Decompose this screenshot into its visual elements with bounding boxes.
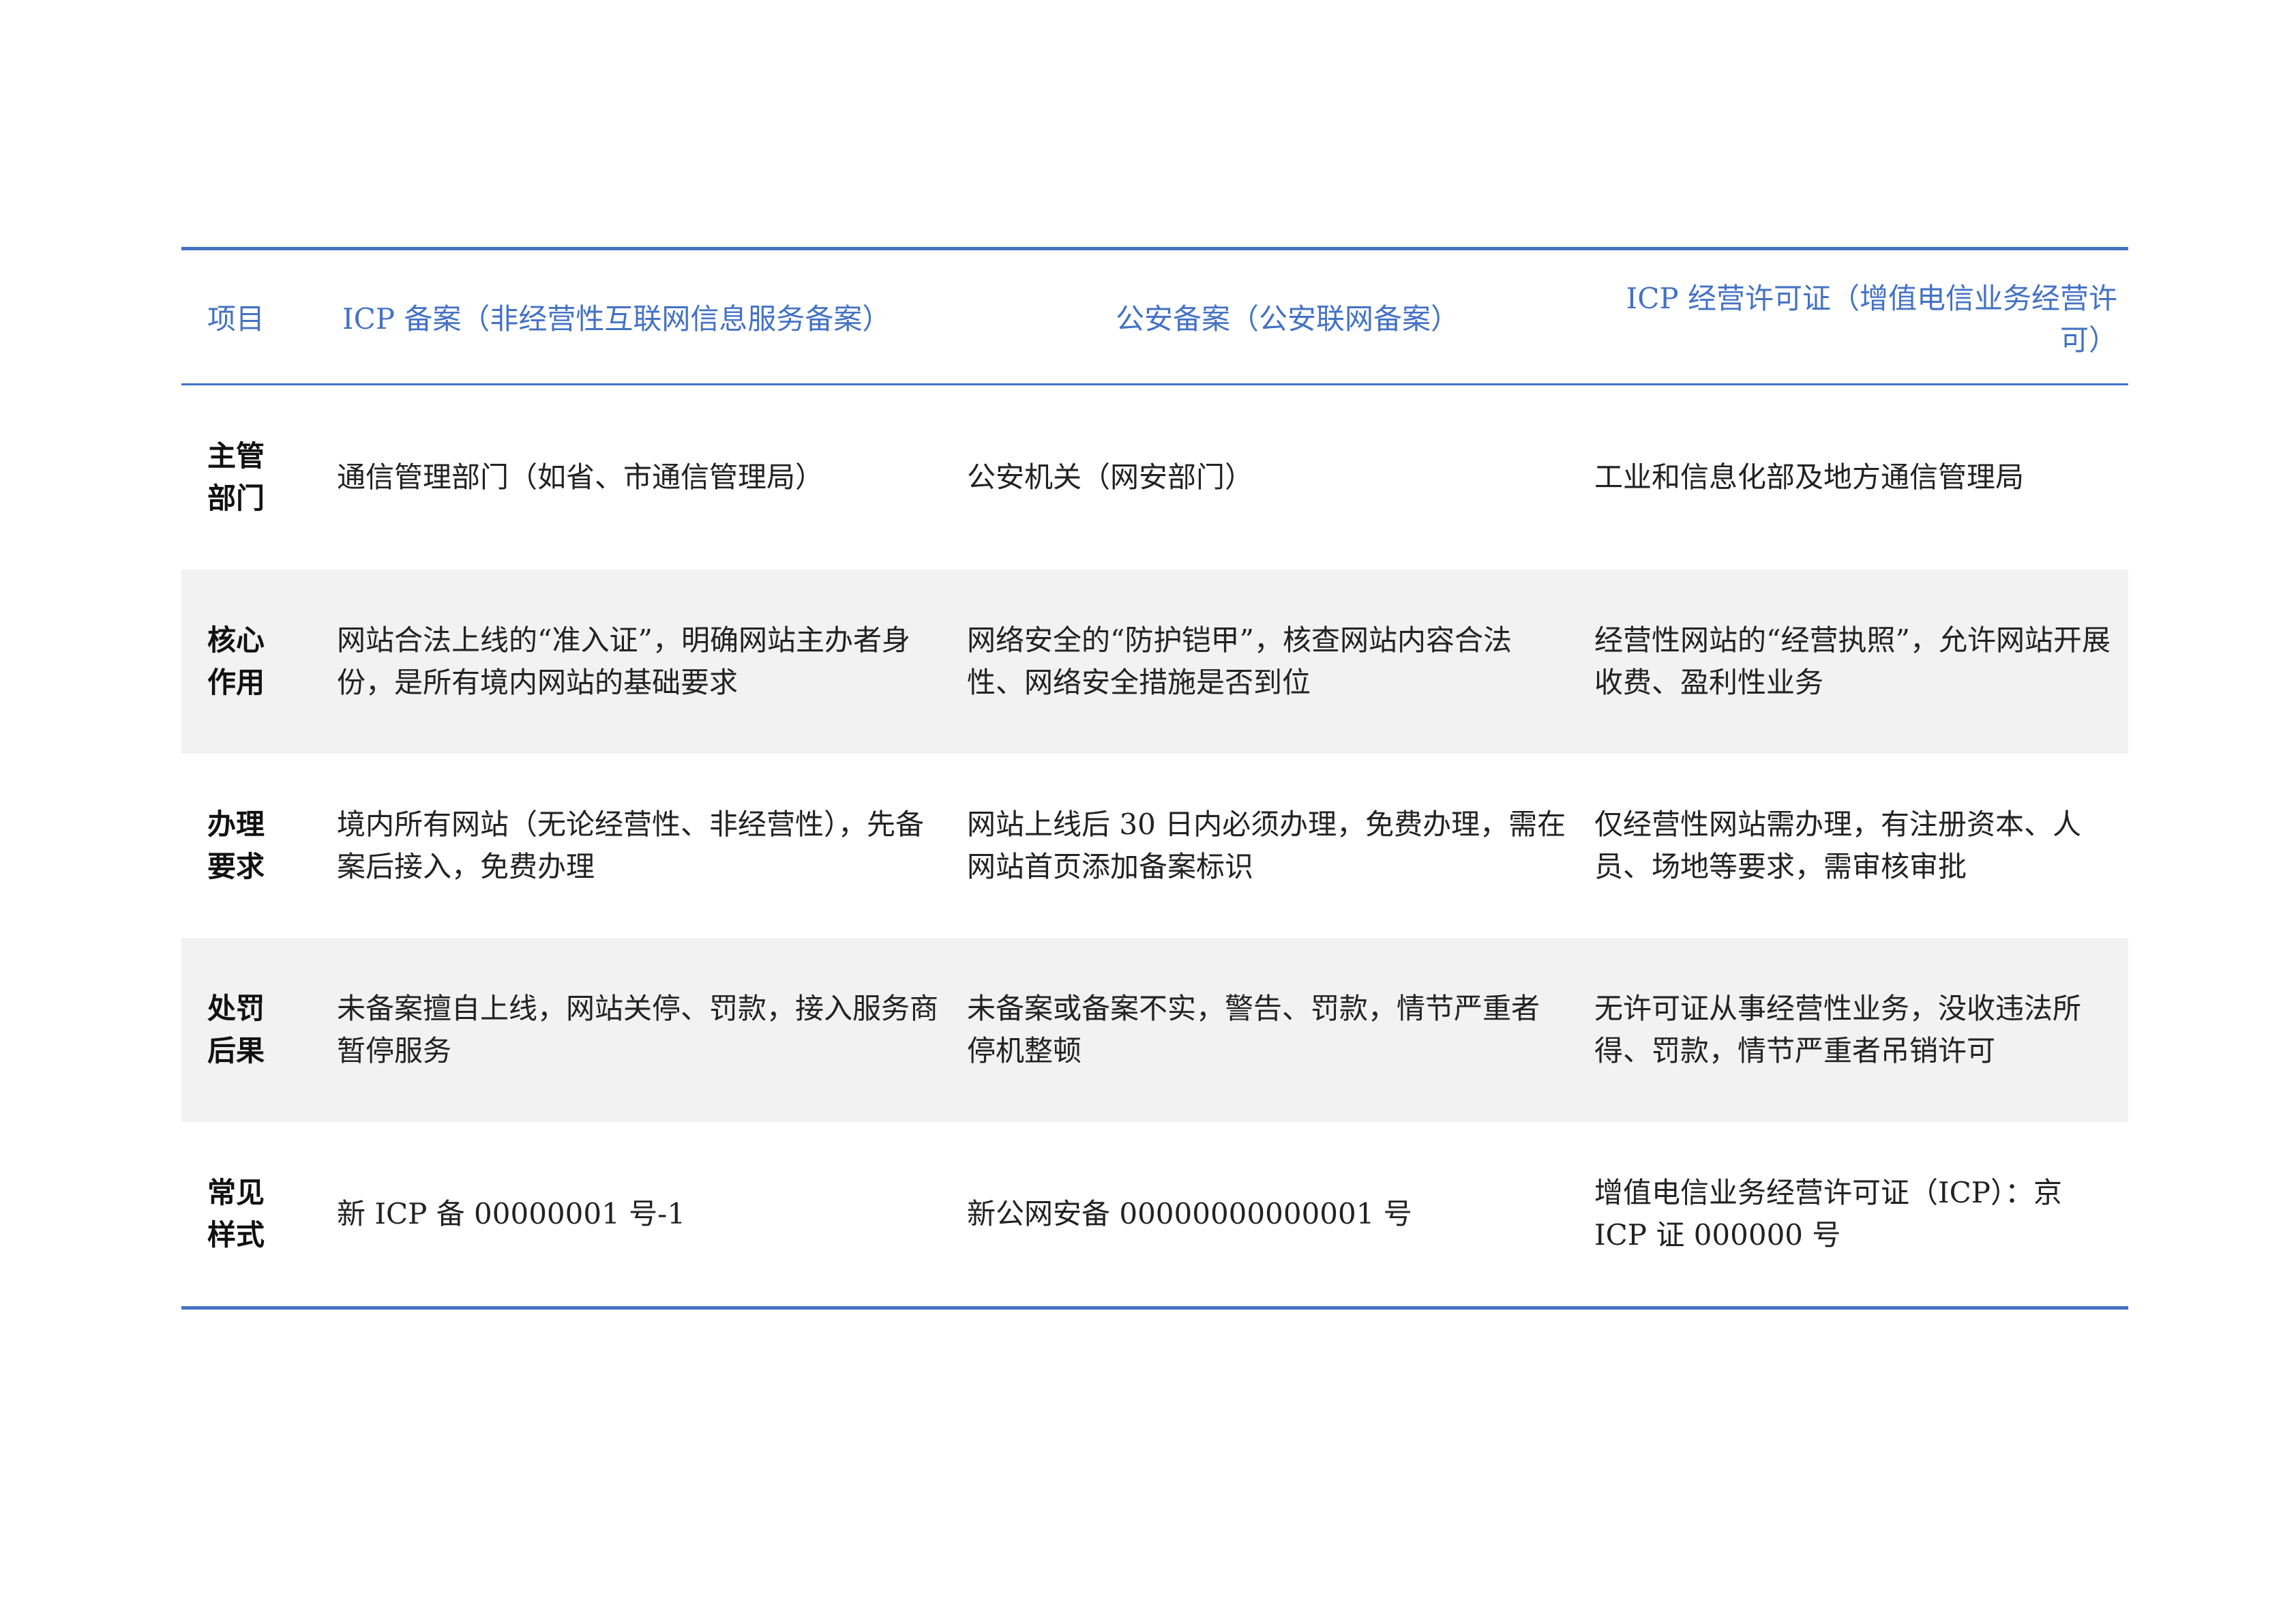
cell-icp: 通信管理部门（如省、市通信管理局） <box>337 460 824 494</box>
table-header-row: 项目 ICP 备案（非经营性互联网信息服务备案） 公安备案（公安联网备案） IC… <box>181 250 2128 383</box>
row-label: 常见 样式 <box>207 1176 265 1252</box>
table-row: 核心 作用 网站合法上线的“准入证”，明确网站主办者身份，是所有境内网站的基础要… <box>181 570 2128 754</box>
row-label: 处罚 后果 <box>207 992 265 1067</box>
header-item: 项目 <box>207 302 265 336</box>
table-bottom-rule <box>181 1306 2128 1310</box>
row-label: 主管 部门 <box>207 439 265 515</box>
header-icp-filing: ICP 备案（非经营性互联网信息服务备案） <box>342 302 891 336</box>
row-label: 核心 作用 <box>207 623 265 699</box>
comparison-table: 项目 ICP 备案（非经营性互联网信息服务备案） 公安备案（公安联网备案） IC… <box>181 247 2128 1310</box>
cell-license: 经营性网站的“经营执照”，允许网站开展收费、盈利性业务 <box>1594 623 2111 699</box>
cell-police: 网络安全的“防护铠甲”，核查网站内容合法性、网络安全措施是否到位 <box>967 623 1512 699</box>
table-row: 处罚 后果 未备案擅自上线，网站关停、罚款，接入服务商暂停服务 未备案或备案不实… <box>181 938 2128 1122</box>
cell-icp: 境内所有网站（无论经营性、非经营性），先备案后接入，免费办理 <box>337 808 925 883</box>
cell-license: 工业和信息化部及地方通信管理局 <box>1594 460 2025 494</box>
cell-police: 新公网安备 00000000000001 号 <box>967 1197 1412 1230</box>
table-row: 主管 部门 通信管理部门（如省、市通信管理局） 公安机关（网安部门） 工业和信息… <box>181 385 2128 570</box>
cell-icp: 新 ICP 备 00000001 号-1 <box>337 1197 686 1230</box>
cell-police: 未备案或备案不实，警告、罚款，情节严重者停机整顿 <box>967 992 1540 1067</box>
cell-license: 增值电信业务经营许可证（ICP）：京 ICP 证 000000 号 <box>1594 1176 2062 1252</box>
header-icp-license: ICP 经营许可证（增值电信业务经营许可） <box>1626 281 2117 357</box>
cell-icp: 网站合法上线的“准入证”，明确网站主办者身份，是所有境内网站的基础要求 <box>337 623 910 699</box>
row-label: 办理 要求 <box>207 808 265 883</box>
cell-license: 仅经营性网站需办理，有注册资本、人员、场地等要求，需审核审批 <box>1594 808 2082 883</box>
table-row: 办理 要求 境内所有网站（无论经营性、非经营性），先备案后接入，免费办理 网站上… <box>181 754 2128 938</box>
cell-police: 网站上线后 30 日内必须办理，免费办理，需在网站首页添加备案标识 <box>967 808 1566 883</box>
table-row: 常见 样式 新 ICP 备 00000001 号-1 新公网安备 0000000… <box>181 1122 2128 1306</box>
cell-license: 无许可证从事经营性业务，没收违法所得、罚款，情节严重者吊销许可 <box>1594 992 2082 1067</box>
cell-icp: 未备案擅自上线，网站关停、罚款，接入服务商暂停服务 <box>337 992 939 1067</box>
cell-police: 公安机关（网安部门） <box>967 460 1254 494</box>
header-police-filing: 公安备案（公安联网备案） <box>1115 302 1459 336</box>
